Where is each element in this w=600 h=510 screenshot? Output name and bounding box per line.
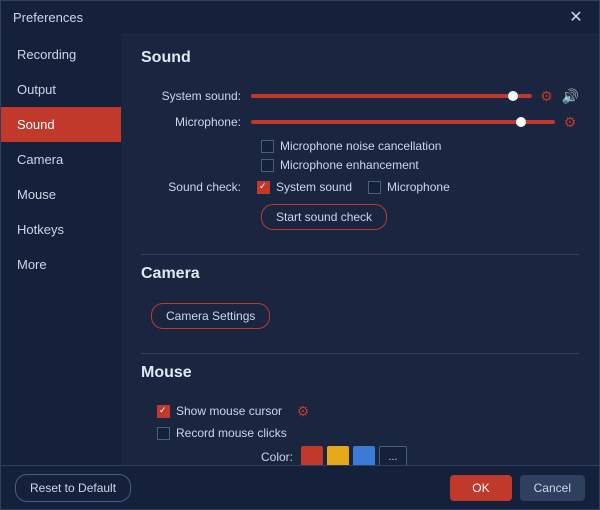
divider-1	[141, 254, 579, 255]
camera-section-title: Camera	[141, 265, 579, 289]
sidebar-item-recording[interactable]: Recording	[1, 37, 121, 72]
microphone-slider[interactable]	[251, 120, 555, 124]
record-clicks-checkbox[interactable]	[157, 427, 170, 440]
sound-check-system-checkbox[interactable]	[257, 181, 270, 194]
title-bar: Preferences ✕	[1, 1, 599, 33]
record-clicks-row: Record mouse clicks	[157, 426, 579, 440]
system-sound-slider[interactable]	[251, 94, 532, 98]
sound-check-mic-checkbox[interactable]	[368, 181, 381, 194]
color-label-1: Color:	[261, 450, 293, 464]
sound-check-system-label: System sound	[276, 180, 352, 194]
color-swatch-red-1[interactable]	[301, 446, 323, 465]
microphone-gear-icon[interactable]: ⚙	[561, 113, 579, 131]
sound-check-label: Sound check:	[141, 180, 251, 194]
sound-section-title: Sound	[141, 49, 579, 73]
window-title: Preferences	[13, 10, 83, 25]
show-cursor-gear-icon[interactable]: ⚙	[294, 402, 312, 420]
show-cursor-row: Show mouse cursor ⚙	[157, 402, 579, 420]
volume-icon: 🔊	[562, 88, 579, 105]
system-sound-gear-icon[interactable]: ⚙	[538, 87, 556, 105]
camera-settings-button[interactable]: Camera Settings	[151, 303, 270, 329]
mic-enhance-row: Microphone enhancement	[261, 158, 579, 172]
record-clicks-label: Record mouse clicks	[176, 426, 287, 440]
system-sound-label: System sound:	[141, 89, 251, 103]
microphone-slider-container: ⚙	[251, 113, 579, 131]
sidebar-item-camera[interactable]: Camera	[1, 142, 121, 177]
reset-to-default-button[interactable]: Reset to Default	[15, 474, 131, 502]
sidebar: Recording Output Sound Camera Mouse Hotk…	[1, 33, 121, 465]
show-cursor-checkbox[interactable]	[157, 405, 170, 418]
sidebar-item-output[interactable]: Output	[1, 72, 121, 107]
preferences-window: Preferences ✕ Recording Output Sound Cam…	[0, 0, 600, 510]
divider-2	[141, 353, 579, 354]
show-cursor-label: Show mouse cursor	[176, 404, 282, 418]
system-sound-row: System sound: ⚙ 🔊	[141, 87, 579, 105]
start-sound-check-button[interactable]: Start sound check	[261, 204, 387, 230]
main-area: Recording Output Sound Camera Mouse Hotk…	[1, 33, 599, 465]
sound-check-row: Sound check: System sound Microphone	[141, 180, 579, 194]
microphone-label: Microphone:	[141, 115, 251, 129]
footer-right: OK Cancel	[450, 475, 585, 501]
mic-noise-checkbox[interactable]	[261, 140, 274, 153]
sidebar-item-sound[interactable]: Sound	[1, 107, 121, 142]
ok-button[interactable]: OK	[450, 475, 511, 501]
mic-enhance-checkbox[interactable]	[261, 159, 274, 172]
sidebar-item-hotkeys[interactable]: Hotkeys	[1, 212, 121, 247]
mic-enhance-label: Microphone enhancement	[280, 158, 419, 172]
footer: Reset to Default OK Cancel	[1, 465, 599, 509]
content-area: Sound System sound: ⚙ 🔊 Microphone: ⚙	[121, 33, 599, 465]
mouse-section-title: Mouse	[141, 364, 579, 388]
mic-noise-row: Microphone noise cancellation	[261, 139, 579, 153]
more-colors-button-1[interactable]: ...	[379, 446, 407, 465]
sidebar-item-more[interactable]: More	[1, 247, 121, 282]
cancel-button[interactable]: Cancel	[520, 475, 585, 501]
microphone-row: Microphone: ⚙	[141, 113, 579, 131]
close-button[interactable]: ✕	[565, 6, 587, 28]
color-row-1: Color: ...	[261, 446, 579, 465]
mic-noise-label: Microphone noise cancellation	[280, 139, 441, 153]
sound-check-mic-label: Microphone	[387, 180, 450, 194]
sidebar-item-mouse[interactable]: Mouse	[1, 177, 121, 212]
color-swatch-yellow-1[interactable]	[327, 446, 349, 465]
system-sound-slider-container: ⚙ 🔊	[251, 87, 579, 105]
color-swatch-blue-1[interactable]	[353, 446, 375, 465]
